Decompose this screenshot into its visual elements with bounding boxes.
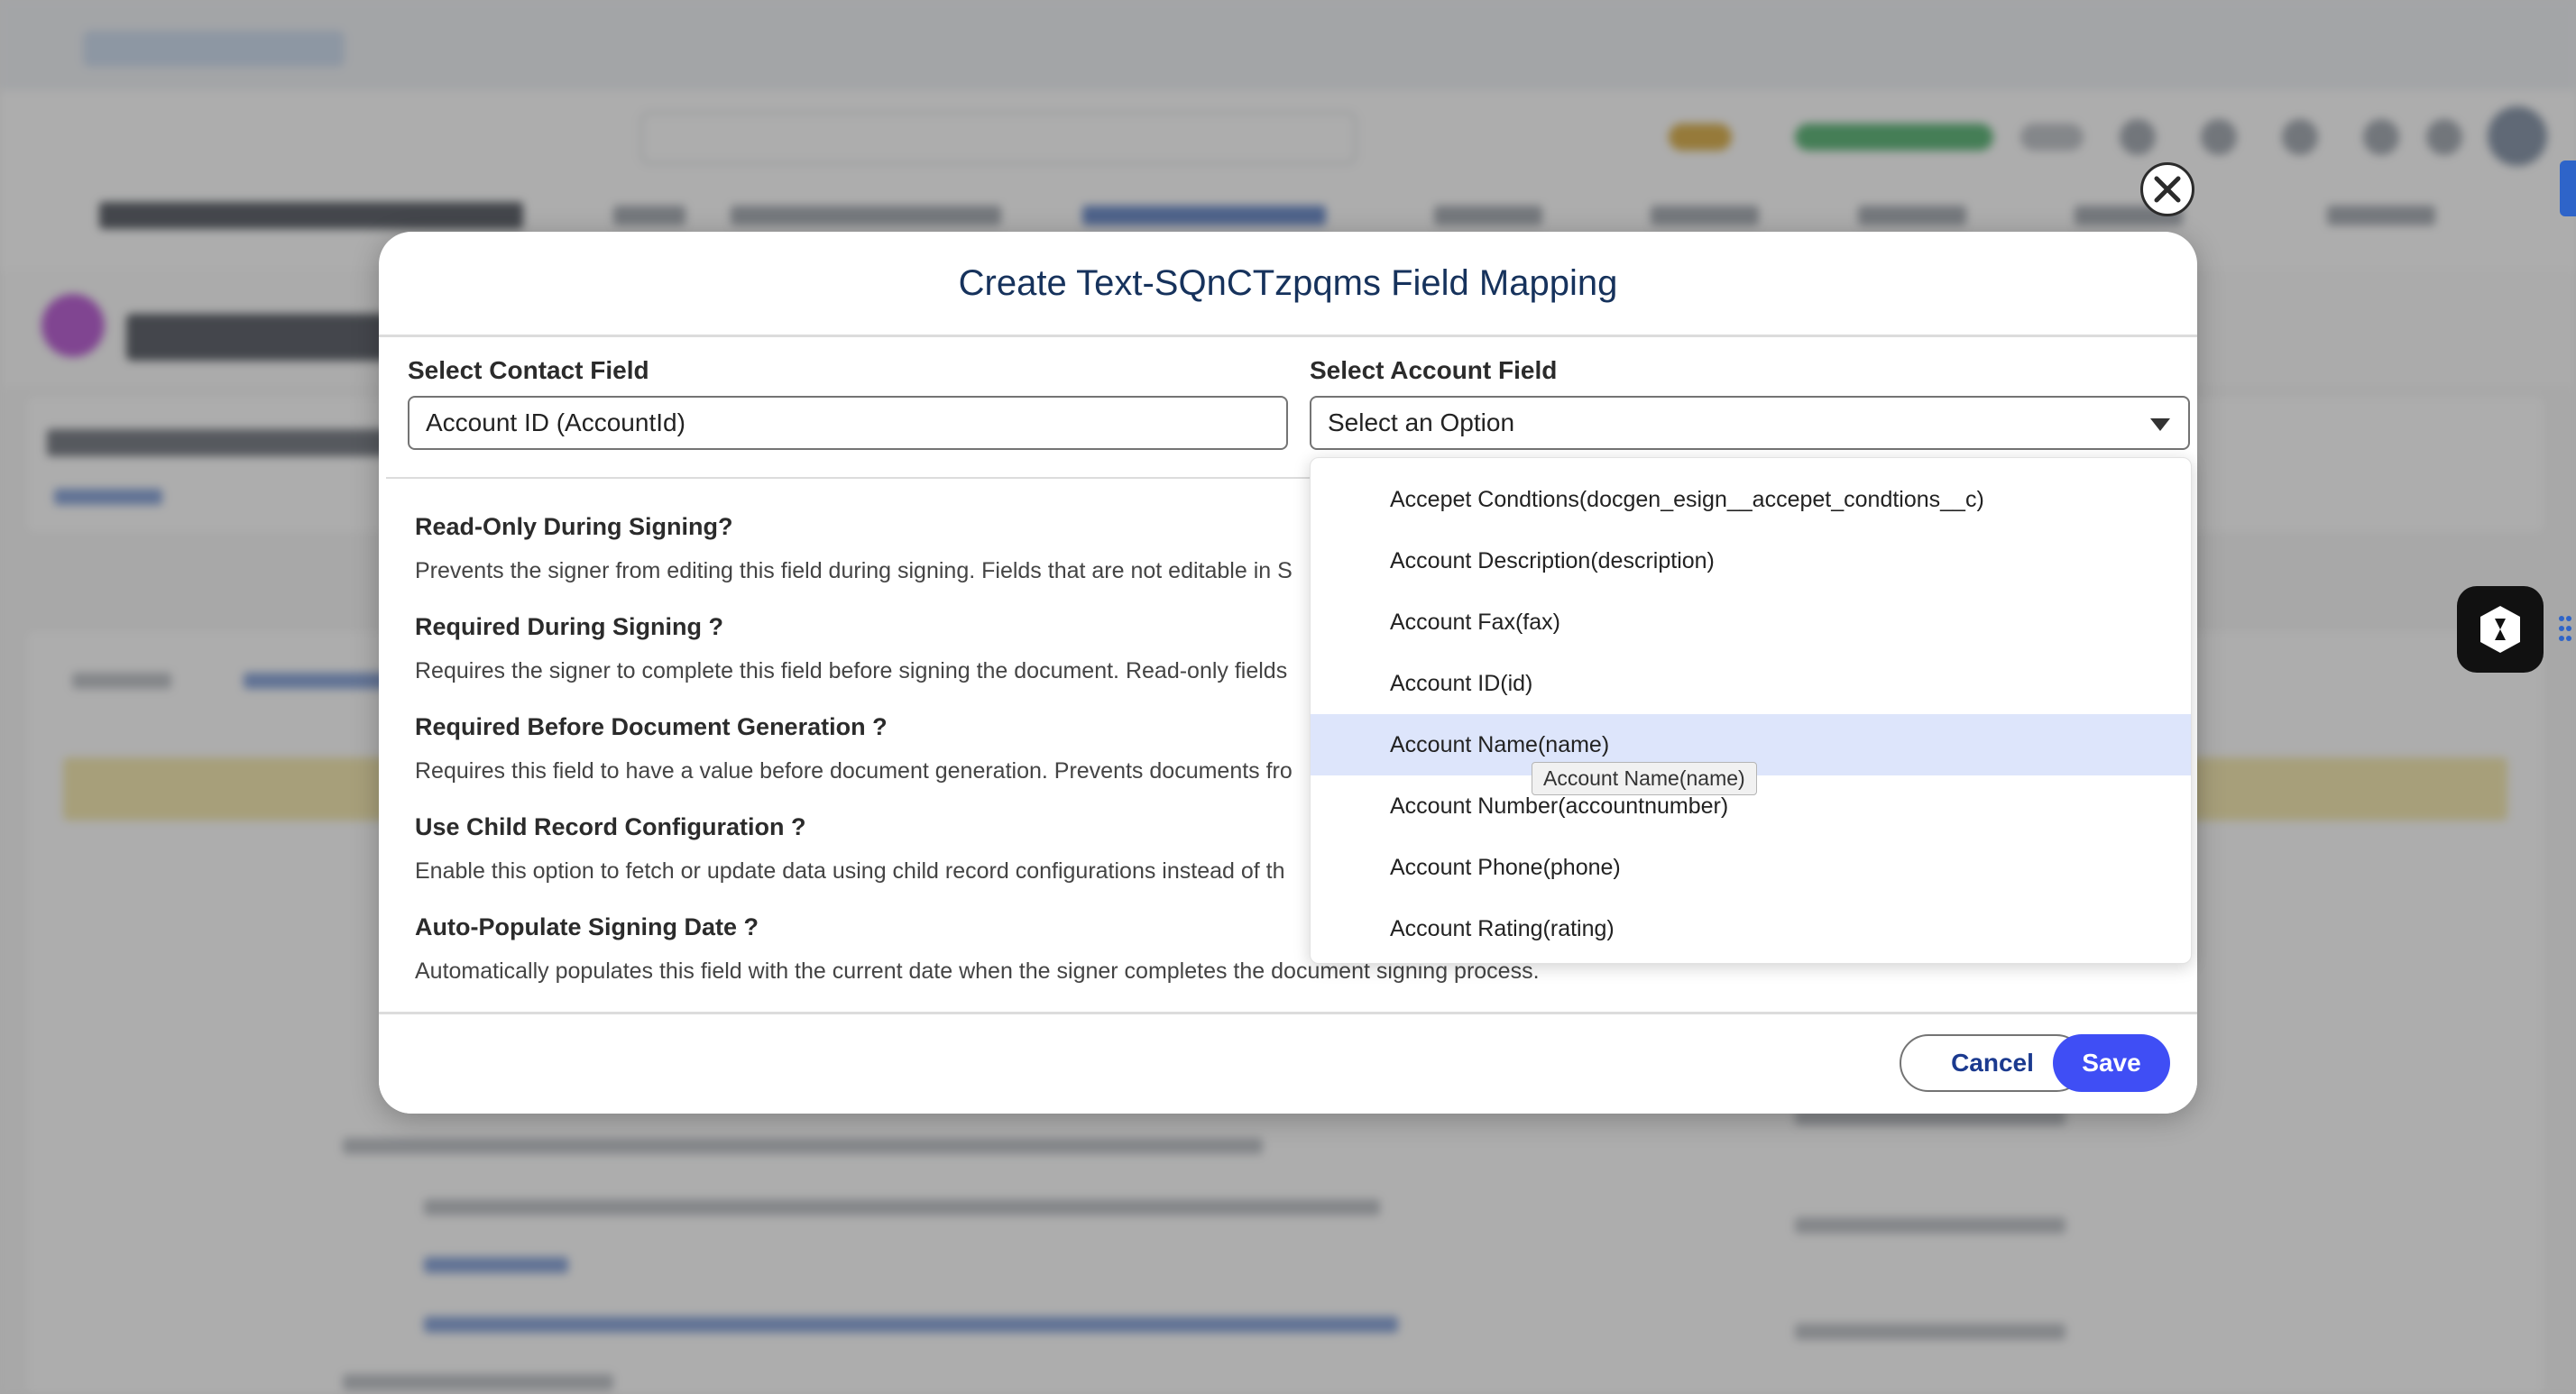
save-button-label: Save [2082,1049,2141,1077]
dropdown-option-label: Account Description(description) [1390,547,1715,573]
close-button[interactable] [2140,162,2194,216]
contact-field-value: Account ID (AccountId) [426,408,685,436]
option-desc-required-signing: Requires the signer to complete this fie… [415,658,1288,683]
dropdown-option-label: Account Rating(rating) [1390,915,1615,941]
save-button[interactable]: Save [2053,1034,2170,1092]
modal-header: Create Text-SQnCTzpqms Field Mapping [379,232,2197,337]
option-title-child-record: Use Child Record Configuration ? [415,813,806,840]
dropdown-option-label: Accepet Condtions(docgen_esign__accepet_… [1390,486,1984,512]
cancel-button-label: Cancel [1951,1049,2034,1077]
dropdown-option-label: Account Fax(fax) [1390,609,1560,635]
dropdown-option[interactable]: Account Phone(phone) [1311,837,2191,898]
floating-assistant-button[interactable] [2457,586,2544,673]
option-desc-child-record: Enable this option to fetch or update da… [415,858,1285,884]
dropdown-option-label: Account Number(accountnumber) [1390,793,1729,819]
option-desc-required-generation: Requires this field to have a value befo… [415,758,1293,784]
option-title-auto-date: Auto-Populate Signing Date ? [415,913,759,940]
dropdown-option[interactable]: Account ID(id) [1311,653,2191,714]
close-icon [2154,176,2181,203]
side-panel-tab[interactable] [2560,160,2576,216]
option-title-read-only: Read-Only During Signing? [415,513,733,540]
dropdown-option[interactable]: Accepet Condtions(docgen_esign__accepet_… [1311,469,2191,530]
option-tooltip: Account Name(name) [1532,762,1757,795]
account-field-dropdown: Accepet Condtions(docgen_esign__accepet_… [1310,457,2192,964]
option-title-required-signing: Required During Signing ? [415,613,723,640]
account-field-value: Select an Option [1328,408,1515,436]
dropdown-option[interactable]: Account Description(description) [1311,530,2191,592]
dropdown-option-label: Account ID(id) [1390,670,1533,696]
account-field-select[interactable]: Select an Option [1310,396,2190,450]
dropdown-option[interactable]: Account Fax(fax) [1311,592,2191,653]
modal-title: Create Text-SQnCTzpqms Field Mapping [958,262,1618,303]
drag-handle-icon[interactable] [2558,613,2572,644]
dropdown-option-label: Account Phone(phone) [1390,854,1621,880]
chevron-down-icon [2150,418,2170,431]
contact-field-input[interactable]: Account ID (AccountId) [408,396,1288,450]
dropdown-option[interactable]: Account Rating(rating) [1311,898,2191,959]
brand-widget-icon [2480,606,2520,653]
option-title-required-generation: Required Before Document Generation ? [415,713,888,740]
contact-field-label: Select Contact Field [408,356,649,384]
dropdown-option-label: Account Name(name) [1390,731,1610,757]
account-field-label: Select Account Field [1310,356,1558,384]
option-desc-read-only: Prevents the signer from editing this fi… [415,558,1293,583]
